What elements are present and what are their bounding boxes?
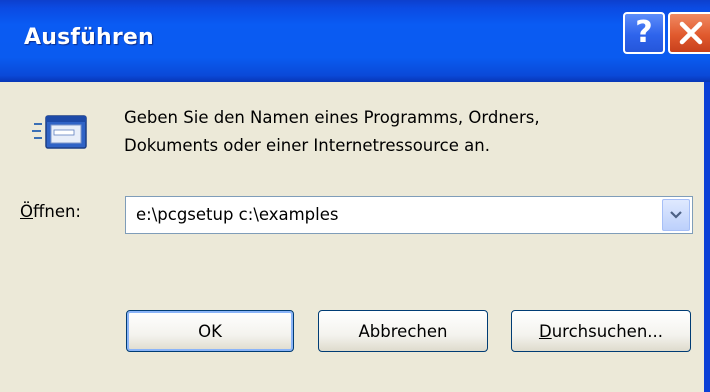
run-icon <box>32 115 87 149</box>
run-dialog: Ausführen ? Geben Sie den Namen eines Pr… <box>0 0 710 392</box>
close-button[interactable] <box>668 12 710 54</box>
window-title: Ausführen <box>24 25 154 50</box>
prompt-text: Geben Sie den Namen eines Programms, Ord… <box>124 104 540 160</box>
prompt-line-2: Dokuments oder einer Internetressource a… <box>124 136 490 155</box>
browse-text: urchsuchen... <box>551 321 664 341</box>
dialog-body: Geben Sie den Namen eines Programms, Ord… <box>0 82 710 392</box>
cancel-button[interactable]: Abbrechen <box>318 310 488 352</box>
title-bar[interactable]: Ausführen ? <box>0 0 710 82</box>
browse-label: Durchsuchen... <box>539 322 663 341</box>
open-label-mnemonic: Ö <box>20 202 33 221</box>
prompt-line-1: Geben Sie den Namen eines Programms, Ord… <box>124 108 540 127</box>
ok-label: OK <box>198 321 222 341</box>
chevron-down-icon <box>670 211 682 219</box>
help-button[interactable]: ? <box>623 12 665 54</box>
browse-button[interactable]: Durchsuchen... <box>511 310 691 352</box>
ok-button[interactable]: OK <box>126 310 294 352</box>
cancel-label: Abbrechen <box>358 321 448 341</box>
open-label-text: ffnen: <box>33 202 81 221</box>
open-input[interactable]: e:\pcgsetup c:\examples <box>136 205 339 224</box>
dropdown-button[interactable] <box>662 199 690 231</box>
browse-mnemonic: D <box>538 321 552 341</box>
help-icon: ? <box>635 15 653 50</box>
open-combobox[interactable]: e:\pcgsetup c:\examples <box>125 196 693 234</box>
open-label: Öffnen: <box>20 202 81 221</box>
close-icon <box>679 21 703 45</box>
